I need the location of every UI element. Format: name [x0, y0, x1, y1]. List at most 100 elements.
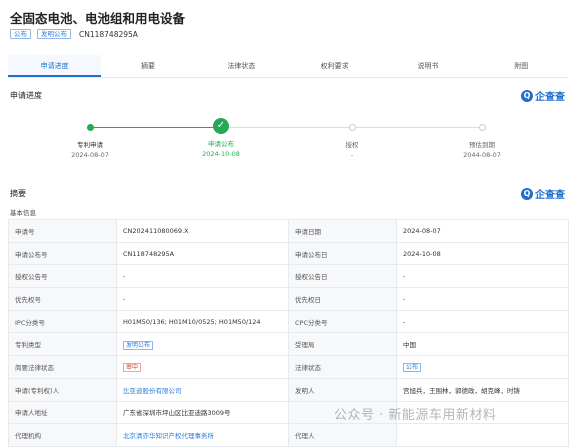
- field-value: -: [396, 287, 569, 311]
- field-value-text: 中国: [403, 341, 416, 350]
- field-value-text: H01M50/136; H01M10/0525; H01M50/124: [123, 317, 261, 326]
- field-label-text: 授权公告号: [15, 273, 48, 282]
- field-value: 2024-10-08: [396, 241, 569, 266]
- step-date: -: [350, 151, 354, 159]
- field-value: H01M50/136; H01M10/0525; H01M50/124: [116, 309, 289, 334]
- field-value: [396, 423, 569, 447]
- step-label: 专利申请: [77, 141, 103, 149]
- table-row: IPC分类号 H01M50/136; H01M10/0525; H01M50/12…: [8, 309, 569, 334]
- progress-timeline: 专利申请 2024-08-07 ✓ 申请公布 2024-10-08 授权 - 预…: [10, 106, 565, 176]
- qichacha-logo-text: 企查查: [535, 190, 565, 201]
- field-label-text: 授权公告日: [295, 273, 328, 282]
- field-value-text: CN118748295A: [123, 249, 175, 258]
- field-label: 简要法律状态: [8, 355, 117, 379]
- field-label-text: 受理局: [295, 341, 315, 350]
- step-date: 2024-10-08: [202, 150, 240, 158]
- step-dot: [478, 124, 486, 131]
- step-label: 预估到期: [469, 141, 495, 149]
- field-value-text: -: [123, 272, 126, 281]
- applicant-link[interactable]: 比亚迪股份有限公司: [123, 387, 182, 395]
- field-label: 受理局: [288, 332, 397, 357]
- field-label-text: 发明人: [295, 386, 315, 395]
- field-label-text: 代理人: [295, 432, 315, 441]
- field-label: IPC分类号: [8, 309, 117, 334]
- table-row: 专利类型 发明公布 受理局 中国: [8, 332, 569, 357]
- field-value-text: 2024-08-07: [403, 226, 441, 235]
- field-label-text: CPC分类号: [295, 318, 328, 327]
- table-row: 优先权号 - 优先权日 -: [8, 287, 569, 311]
- publication-number: CN118748295A: [79, 29, 138, 39]
- field-label: CPC分类号: [288, 309, 397, 334]
- basic-info-title: 基本信息: [10, 209, 36, 217]
- field-value-text: 公布: [403, 363, 422, 373]
- step-label: 授权: [345, 141, 359, 149]
- field-label: 申请人地址: [8, 400, 117, 425]
- status-badge: 公布: [10, 29, 31, 39]
- field-label: 优先权号: [8, 287, 117, 311]
- field-label: 申请日期: [288, 219, 397, 243]
- qichacha-logo-text: 企查查: [535, 92, 565, 103]
- step-grant: 授权 -: [312, 123, 392, 159]
- field-label: 代理人: [288, 423, 397, 447]
- field-value-text: -: [403, 317, 406, 326]
- field-value-text: 发明公布: [123, 340, 154, 350]
- field-label-text: 优先权号: [15, 295, 41, 304]
- table-row: 代理机构 北京清亦华知识产权代理事务所 代理人: [8, 423, 569, 447]
- field-value: 广东省深圳市坪山区比亚迪路3009号: [116, 400, 289, 425]
- step-expiry: 预估到期 2044-08-07: [442, 123, 522, 159]
- tab-abstract[interactable]: 摘要: [101, 55, 194, 77]
- tab-drawings[interactable]: 附图: [475, 55, 568, 77]
- field-value-text: -: [123, 294, 126, 303]
- field-label-text: IPC分类号: [15, 318, 45, 327]
- table-row: 简要法律状态 审中 法律状态 公布: [8, 355, 569, 379]
- header-badges: 公布 发明公布 CN118748295A: [10, 29, 138, 39]
- table-row: 申请号 CN202411080069.X 申请日期 2024-08-07: [8, 219, 569, 243]
- field-value: -: [116, 287, 289, 311]
- qichacha-logo: Q 企查查: [521, 88, 565, 103]
- field-value-text: -: [403, 272, 406, 281]
- field-label-text: 专利类型: [15, 341, 41, 350]
- field-value-text: 宫旭兵，王围林，郭德政，胡克峰，时铸: [403, 386, 520, 395]
- step-date: 2044-08-07: [463, 151, 501, 159]
- check-icon: ✓: [213, 118, 229, 134]
- field-value: -: [396, 309, 569, 334]
- field-value: 北京清亦华知识产权代理事务所: [116, 423, 289, 447]
- field-label-text: 优先权日: [295, 295, 321, 304]
- field-value-text: 广东省深圳市坪山区比亚迪路3009号: [123, 409, 231, 418]
- tab-progress[interactable]: 申请进度: [8, 55, 102, 77]
- tab-legal-status[interactable]: 法律状态: [195, 55, 288, 77]
- step-label: 申请公布: [208, 140, 234, 148]
- field-value-text: CN202411080069.X: [123, 226, 189, 235]
- field-value: 宫旭兵，王围林，郭德政，胡克峰，时铸: [396, 377, 569, 402]
- field-label-text: 申请公布号: [15, 250, 48, 259]
- step-dot: [86, 124, 94, 131]
- agency-link[interactable]: 北京清亦华知识产权代理事务所: [123, 432, 214, 440]
- field-value: 中国: [396, 332, 569, 357]
- field-value: -: [116, 264, 289, 289]
- tab-description[interactable]: 说明书: [381, 55, 474, 77]
- tab-bar: 申请进度 摘要 法律状态 权利要求 说明书 附图: [8, 55, 568, 78]
- qichacha-logo-2: Q 企查查: [521, 186, 565, 201]
- qichacha-icon: Q: [521, 187, 533, 200]
- field-label: 授权公告号: [8, 264, 117, 289]
- legal-status-tag: 公布: [396, 355, 569, 379]
- field-label-text: 简要法律状态: [15, 363, 54, 372]
- field-value: 比亚迪股份有限公司: [116, 377, 289, 402]
- field-label-text: 申请(专利权)人: [15, 386, 60, 395]
- step-application: 专利申请 2024-08-07: [50, 123, 130, 159]
- patent-type-tag: 发明公布: [116, 332, 289, 357]
- field-label: 申请(专利权)人: [8, 377, 117, 402]
- table-row: 申请公布号 CN118748295A 申请公布日 2024-10-08: [8, 241, 569, 266]
- field-label-text: 申请公布日: [295, 250, 328, 259]
- field-label: 申请号: [8, 219, 117, 243]
- field-label: 专利类型: [8, 332, 117, 357]
- field-label: 申请公布号: [8, 241, 117, 266]
- field-label-text: 申请号: [15, 227, 35, 236]
- field-label: 授权公告日: [288, 264, 397, 289]
- field-label-text: 申请日期: [295, 227, 321, 236]
- field-label: 申请公布日: [288, 241, 397, 266]
- tab-claims[interactable]: 权利要求: [288, 55, 381, 77]
- page-title: 全固态电池、电池组和用电设备: [10, 11, 186, 26]
- field-value: CN118748295A: [116, 241, 289, 266]
- field-label: 法律状态: [288, 355, 397, 379]
